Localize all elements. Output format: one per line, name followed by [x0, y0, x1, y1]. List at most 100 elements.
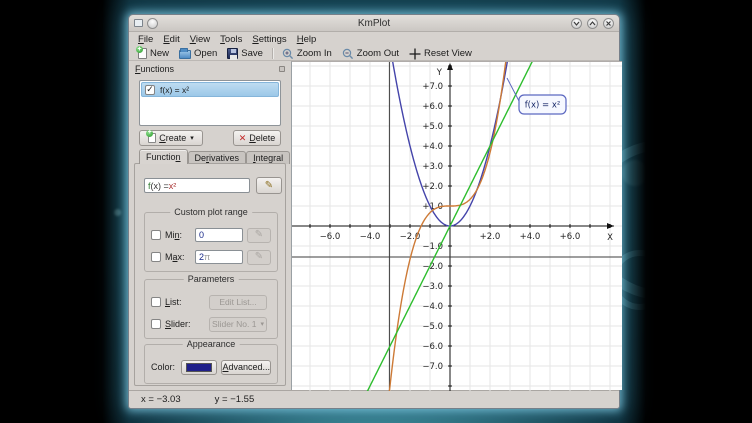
pencil-icon: ✎: [255, 252, 263, 262]
y-tick-label: +7.0: [422, 82, 443, 92]
save-button[interactable]: Save: [222, 47, 268, 61]
zoom-out-label: Zoom Out: [357, 48, 399, 59]
equation-expression: x²: [169, 181, 177, 191]
y-axis-label: Y: [436, 68, 443, 78]
min-label: Min:: [165, 230, 191, 240]
function-list-item[interactable]: f(x) = x²: [141, 82, 279, 97]
chevron-down-icon: ▾: [190, 134, 194, 142]
chevron-up-icon: [589, 20, 596, 27]
plot-view[interactable]: −6.0 −4.0 −2.0 +2.0 +4.0 +6.0 +7.0 +6.0 +5.0 +4.0…: [291, 61, 622, 390]
menu-help[interactable]: Help: [294, 33, 324, 46]
parameters-group: Parameters List: Edit List... Slider: Sl…: [144, 279, 278, 339]
y-tick-label: −2.0: [422, 262, 443, 272]
toolbar: + New Open Save Zoom In Zoom Out Reset V…: [129, 47, 619, 61]
window-title: KmPlot: [129, 18, 619, 29]
max-input[interactable]: 2π: [195, 250, 243, 264]
pencil-icon: ✎: [255, 230, 263, 240]
new-button[interactable]: + New: [133, 47, 174, 61]
y-tick-label: −4.0: [422, 302, 443, 312]
x-tick-label: +6.0: [560, 232, 581, 242]
x-tick-label: −4.0: [360, 232, 381, 242]
zoom-in-button[interactable]: Zoom In: [277, 47, 337, 61]
y-tick-label: +5.0: [422, 122, 443, 132]
reset-view-label: Reset View: [424, 48, 472, 59]
y-tick-label: +4.0: [422, 142, 443, 152]
y-tick-label: −3.0: [422, 282, 443, 292]
x-tick-label: −6.0: [320, 232, 341, 242]
function-list[interactable]: f(x) = x²: [139, 80, 281, 126]
max-edit-button[interactable]: ✎: [247, 250, 271, 265]
menu-tools[interactable]: Tools: [217, 33, 249, 46]
toolbar-separator: [272, 48, 273, 59]
color-swatch: [186, 363, 212, 372]
function-tab-page: f(x) = x² ✎ Custom plot range Min: 0 ✎ M…: [134, 163, 286, 386]
edit-list-label: Edit List...: [219, 297, 256, 307]
y-tick-label: +3.0: [422, 162, 443, 172]
slider-checkbox[interactable]: [151, 319, 161, 329]
create-button[interactable]: Create ▾: [139, 130, 203, 146]
equation-input[interactable]: f(x) = x²: [144, 178, 250, 193]
slider-select[interactable]: Slider No. 1 ▾: [209, 317, 267, 332]
close-icon: [605, 20, 612, 27]
appearance-title: Appearance: [183, 339, 240, 349]
titlebar[interactable]: KmPlot: [129, 15, 619, 32]
save-button-label: Save: [241, 48, 263, 59]
color-button[interactable]: [181, 360, 217, 375]
delete-button[interactable]: ✕ Delete: [233, 130, 281, 146]
minimize-button[interactable]: [571, 18, 582, 29]
menu-file[interactable]: File: [135, 33, 160, 46]
advanced-button[interactable]: Advanced...: [221, 360, 271, 375]
open-folder-icon: [179, 50, 191, 59]
reset-view-icon: [409, 48, 421, 60]
close-button[interactable]: [603, 18, 614, 29]
functions-panel: Functions f(x) = x² Create ▾ ✕ Delete Fu…: [129, 61, 291, 390]
x-tick-label: +4.0: [520, 232, 541, 242]
menu-edit[interactable]: Edit: [160, 33, 186, 46]
function-list-item-label: f(x) = x²: [160, 85, 189, 95]
color-label: Color:: [151, 362, 177, 372]
equation-mid: (x) =: [151, 181, 169, 191]
y-tick-label: −7.0: [422, 362, 443, 372]
statusbar: x = −3.03 y = −1.55: [129, 390, 619, 408]
maximize-button[interactable]: [587, 18, 598, 29]
zoom-in-icon: [282, 48, 294, 60]
editor-tabs: Function Derivatives Integral: [139, 149, 290, 164]
new-button-label: New: [150, 48, 169, 59]
advanced-label: Advanced...: [222, 362, 270, 372]
min-checkbox[interactable]: [151, 230, 161, 240]
y-tick-label: −6.0: [422, 342, 443, 352]
tab-function[interactable]: Function: [139, 149, 188, 164]
edit-equation-button[interactable]: ✎: [256, 177, 282, 194]
custom-plot-range-group: Custom plot range Min: 0 ✎ Max: 2π ✎: [144, 212, 278, 272]
plot-canvas[interactable]: −6.0 −4.0 −2.0 +2.0 +4.0 +6.0 +7.0 +6.0 +5.0 +4.0…: [292, 62, 622, 391]
create-button-label: Create: [159, 133, 186, 143]
callout-leader-line: [507, 78, 519, 101]
float-dock-icon[interactable]: [279, 66, 285, 72]
zoom-out-button[interactable]: Zoom Out: [337, 47, 404, 61]
save-floppy-icon: [227, 48, 238, 59]
min-input[interactable]: 0: [195, 228, 243, 242]
delete-x-icon: ✕: [239, 133, 247, 144]
kmplot-window: KmPlot File Edit View Tools Settings Hel…: [128, 14, 620, 409]
max-checkbox[interactable]: [151, 252, 161, 262]
edit-list-button[interactable]: Edit List...: [209, 295, 267, 310]
function-visible-checkbox[interactable]: [145, 85, 155, 95]
menu-settings[interactable]: Settings: [249, 33, 293, 46]
y-tick-label: +6.0: [422, 102, 443, 112]
reset-view-button[interactable]: Reset View: [404, 47, 477, 61]
callout-text: f(x) = x²: [525, 101, 561, 111]
open-button[interactable]: Open: [174, 47, 222, 61]
cursor-x-coordinate: x = −3.03: [141, 394, 181, 405]
list-checkbox[interactable]: [151, 297, 161, 307]
appearance-group: Appearance Color: Advanced...: [144, 344, 278, 384]
custom-plot-range-title: Custom plot range: [170, 207, 252, 217]
min-edit-button[interactable]: ✎: [247, 228, 271, 243]
chevron-down-icon: ▾: [260, 320, 264, 328]
parameters-title: Parameters: [184, 274, 239, 284]
slider-value: Slider No. 1: [212, 319, 256, 329]
x-tick-label: +2.0: [480, 232, 501, 242]
wallpaper-dot: [622, 160, 646, 186]
menu-view[interactable]: View: [187, 33, 217, 46]
wallpaper-dot: [114, 209, 121, 216]
max-value-symbol: π: [204, 252, 210, 262]
